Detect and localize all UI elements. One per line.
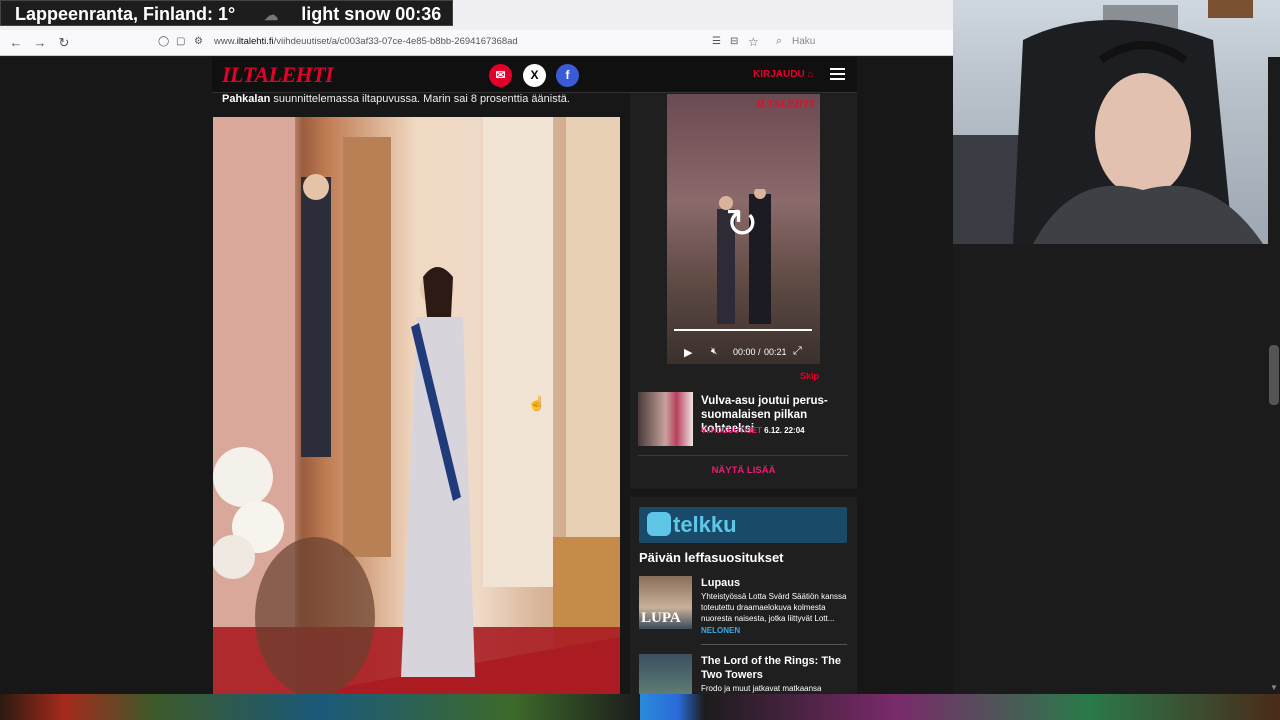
movie-thumbnail-text: LUPA [641, 610, 681, 626]
telkku-banner[interactable]: telkku [639, 507, 847, 543]
user-icon: ⌂ [807, 69, 814, 80]
url-domain: iltalehti.fi [236, 36, 274, 47]
video-logo: ILTALEHTI [756, 98, 814, 110]
video-player[interactable]: ILTALEHTI ↻ ▶ 🔇︎ 00:00 / 00:21 ⤢ [667, 94, 820, 364]
reload-icon[interactable]: ↻ [55, 34, 73, 52]
movie-thumbnail: LUPA [639, 576, 692, 629]
video-time-current: 00:00 [733, 347, 756, 357]
video-controls: ▶ 🔇︎ 00:00 / 00:21 ⤢ [667, 342, 820, 362]
pocket-icon[interactable]: ⊟ [730, 36, 738, 47]
hand-cursor-icon: ☝ [528, 395, 546, 411]
related-article-meta: VIIHDEUUTISET 6.12. 22:04 [701, 426, 805, 435]
video-progress-bar[interactable] [674, 329, 812, 331]
related-article-category[interactable]: VIIHDEUUTISET [701, 426, 762, 435]
scrollbar-thumb[interactable] [1269, 345, 1279, 405]
overlay-location: Lappeenranta, Finland: 1° [15, 4, 236, 24]
site-logo[interactable]: ILTALEHTI [222, 62, 334, 88]
webcam-feed [953, 0, 1280, 244]
movie-thumbnail [639, 654, 692, 694]
navigation-bar: ← → ↻ ◯ ▢ ⚙ www.iltalehti.fi/viihdeuutis… [0, 30, 953, 56]
login-label: KIRJAUDU [753, 69, 805, 80]
telkku-logo: telkku [673, 512, 737, 537]
movie-item[interactable]: LUPA Lupaus Yhteistyössä Lotta Svärd Sää… [639, 576, 849, 636]
movie-title[interactable]: Lupaus [701, 576, 849, 590]
url-path: /viihdeuutiset/a/c003af33-07ce-4e85-b8bb… [273, 36, 518, 47]
fullscreen-icon[interactable]: ⤢ [793, 345, 802, 358]
replay-icon[interactable]: ↻ [725, 204, 759, 244]
search-input[interactable]: Haku [792, 36, 815, 47]
tv-icon [647, 512, 671, 536]
scroll-down-arrow-icon[interactable]: ▼ [1270, 683, 1278, 692]
facebook-share-icon[interactable]: f [556, 64, 579, 87]
divider [701, 644, 847, 645]
movie-description: Yhteistyössä Lotta Svärd Säätiön kanssa … [701, 592, 847, 623]
article-photo [213, 117, 620, 694]
lock-icon: ▢ [176, 36, 186, 47]
forward-icon[interactable]: → [31, 34, 49, 52]
video-time-total: 00:21 [764, 347, 787, 357]
skip-ad-button[interactable]: Skip [800, 371, 819, 381]
address-bar[interactable]: ◯ ▢ ⚙ www.iltalehti.fi/viihdeuutiset/a/c… [150, 32, 950, 54]
section-gap [630, 489, 857, 497]
hamburger-menu-icon[interactable] [830, 68, 845, 83]
back-icon[interactable]: ← [7, 34, 25, 52]
reader-mode-icon[interactable]: ☰ [712, 36, 721, 47]
related-article[interactable]: Vulva-asu joutui perus-suomalaisen pilka… [638, 392, 848, 448]
show-more-button[interactable]: NÄYTÄ LISÄÄ [630, 465, 857, 476]
movie-item[interactable]: The Lord of the Rings: The Two Towers Fr… [639, 654, 849, 694]
movie-description: Frodo ja muut jatkavat matkaansa [701, 684, 822, 693]
site-header: ILTALEHTI ✉ X f KIRJAUDU ⌂ [212, 57, 857, 93]
web-page: ILTALEHTI ✉ X f KIRJAUDU ⌂ Pahkalan suun… [0, 57, 953, 694]
bookmark-star-icon[interactable]: ☆ [748, 35, 759, 49]
related-article-thumbnail [638, 392, 693, 446]
photo-illustration [213, 117, 620, 694]
search-icon: ⌕ [776, 35, 783, 47]
cloud-icon: ☁ [264, 7, 279, 23]
mute-icon[interactable]: 🔇︎ [711, 346, 717, 357]
telkku-heading: Päivän leffasuositukset [639, 550, 784, 565]
overlay-weather: light snow 00:36 [301, 4, 442, 24]
email-share-icon[interactable]: ✉ [489, 64, 512, 87]
movie-title[interactable]: The Lord of the Rings: The Two Towers [701, 654, 849, 682]
permissions-icon: ⚙ [194, 36, 203, 47]
x-share-icon[interactable]: X [523, 64, 546, 87]
movie-channel: NELONEN [701, 626, 741, 635]
play-icon[interactable]: ▶ [684, 346, 692, 359]
video-time-separator: / [758, 347, 761, 357]
ambient-light-strip [0, 694, 1280, 720]
url-text: www.iltalehti.fi/viihdeuutiset/a/c003af3… [214, 36, 518, 47]
stream-weather-overlay: Lappeenranta, Finland: 1° ☁ light snow 0… [0, 0, 453, 26]
image-caption: Pahkalan suunnittelemassa iltapuvussa. M… [222, 93, 570, 105]
related-article-date: 6.12. 22:04 [764, 426, 805, 435]
shield-icon: ◯ [158, 36, 170, 47]
login-link[interactable]: KIRJAUDU ⌂ [753, 69, 814, 80]
caption-text: suunnittelemassa iltapuvussa. Marin sai … [270, 93, 570, 105]
caption-bold: Pahkalan [222, 93, 271, 105]
webcam-image [953, 0, 1263, 244]
divider [638, 455, 848, 456]
